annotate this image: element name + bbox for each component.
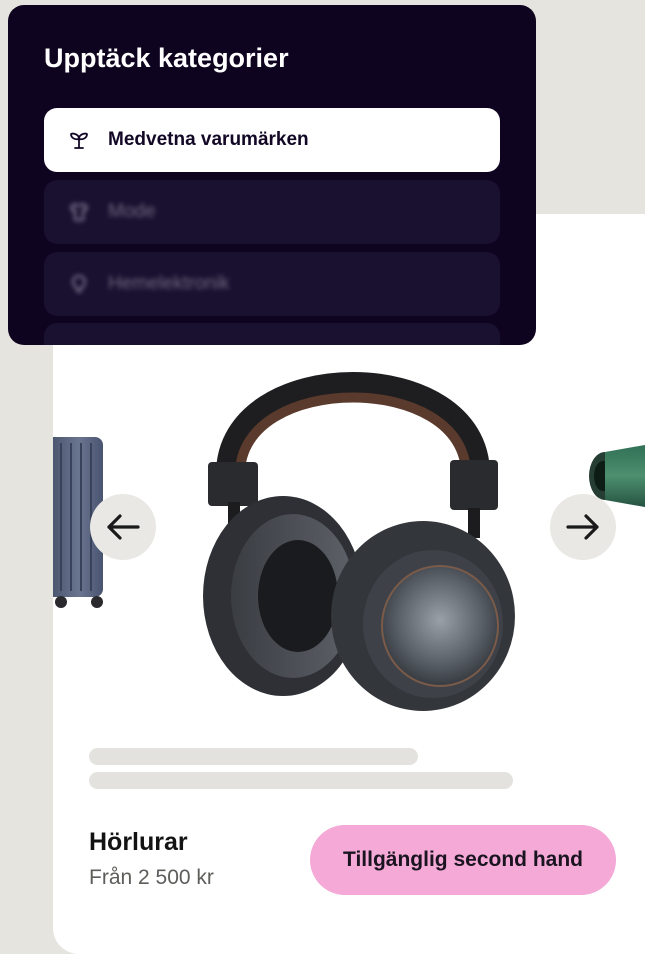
lightbulb-icon (68, 273, 90, 295)
text-skeleton-line (89, 748, 418, 765)
arrow-right-icon (566, 514, 599, 540)
category-item-home-electronics[interactable]: Hemelektronik (44, 252, 500, 316)
category-label: Medvetna varumärken (108, 129, 309, 150)
text-skeleton-line (89, 772, 513, 789)
category-label: Mode (108, 201, 156, 222)
arrow-left-icon (107, 514, 140, 540)
category-item-fashion[interactable]: Mode (44, 180, 500, 244)
category-item-conscious-brands[interactable]: Medvetna varumärken (44, 108, 500, 172)
sprout-icon (68, 129, 90, 151)
category-label: Hemelektronik (108, 273, 230, 294)
second-hand-button[interactable]: Tillgänglig second hand (310, 825, 616, 895)
tshirt-icon (68, 201, 90, 223)
product-name: Hörlurar (89, 828, 188, 856)
category-item-more[interactable] (44, 323, 500, 345)
carousel-next-button[interactable] (550, 494, 616, 560)
headphones-image (203, 372, 515, 711)
panel-title: Upptäck kategorier (44, 43, 289, 73)
carousel-prev-button[interactable] (90, 494, 156, 560)
categories-panel: Upptäck kategorier Medvetna varumärken M… (8, 5, 536, 345)
hidden-category-icon (68, 344, 90, 345)
product-price: Från 2 500 kr (89, 866, 214, 889)
